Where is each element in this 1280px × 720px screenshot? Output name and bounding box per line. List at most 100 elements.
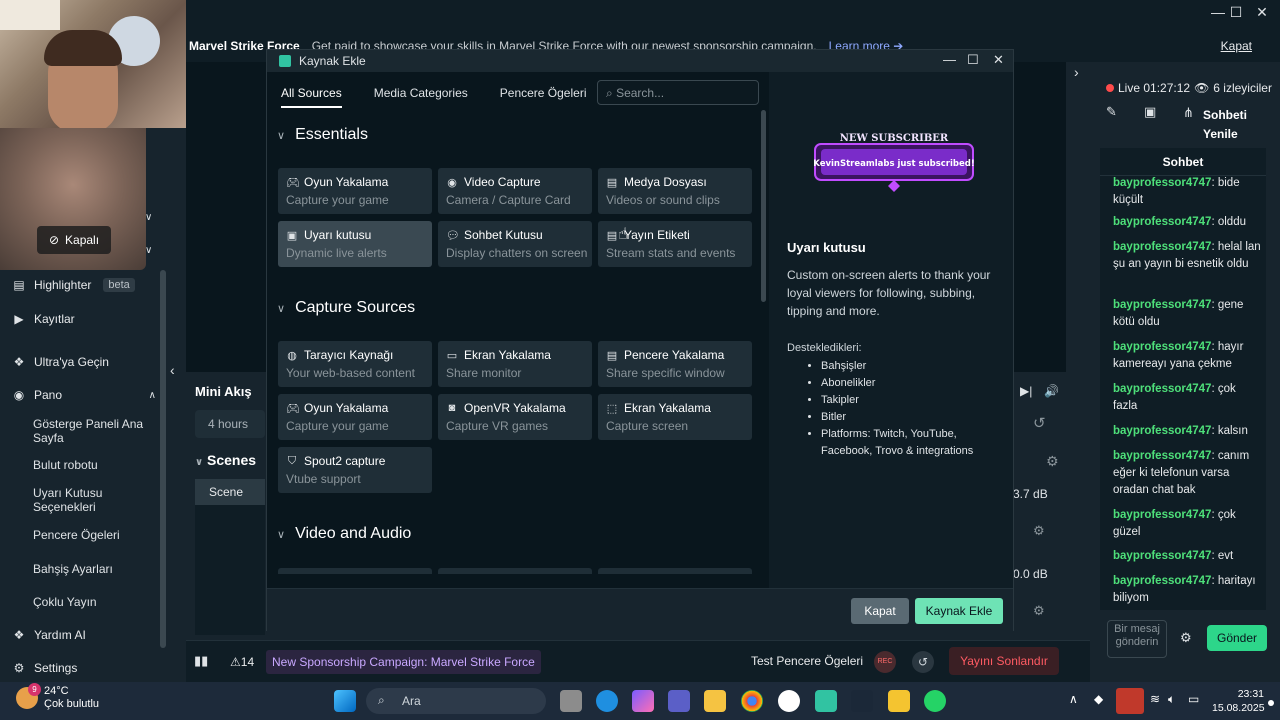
- cancel-button[interactable]: Kapat: [851, 598, 909, 624]
- camera-icon[interactable]: ▣: [1144, 104, 1156, 120]
- refresh-icon[interactable]: ↺: [1033, 414, 1046, 432]
- volume-icon[interactable]: 🔊: [1044, 384, 1059, 398]
- source-card-chat-box[interactable]: 💬︎ Sohbet Kutusu Display chatters on scre…: [438, 221, 592, 267]
- source-card-partial[interactable]: [438, 568, 592, 574]
- chat-username[interactable]: bayprofessor4747: [1113, 450, 1211, 462]
- sidebar-item-kayitlar[interactable]: ▶ Kayıtlar: [12, 312, 74, 326]
- pencil-app-icon[interactable]: [888, 690, 910, 712]
- alert-count[interactable]: ⚠14: [230, 655, 254, 669]
- chrome-icon[interactable]: [741, 690, 763, 712]
- chat-username[interactable]: bayprofessor4747: [1113, 550, 1211, 562]
- chat-username[interactable]: bayprofessor4747: [1113, 575, 1211, 587]
- record-button[interactable]: REC: [874, 651, 896, 673]
- source-card-video-capture[interactable]: ◉ Video Capture Camera / Capture Card: [438, 168, 592, 214]
- source-card-openvr[interactable]: ◙ OpenVR Yakalama Capture VR games: [438, 394, 592, 440]
- test-widgets-link[interactable]: Test Pencere Ögeleri: [751, 654, 863, 668]
- add-source-button[interactable]: Kaynak Ekle: [915, 598, 1003, 624]
- taskbar-search[interactable]: ⌕ Ara: [366, 688, 546, 714]
- chat-username[interactable]: bayprofessor4747: [1113, 383, 1211, 395]
- chat-settings-icon[interactable]: ⚙: [1180, 630, 1192, 646]
- source-card-window-capture[interactable]: ▤ Pencere Yakalama Share specific window: [598, 341, 752, 387]
- task-view-icon[interactable]: [560, 690, 582, 712]
- source-card-partial[interactable]: [278, 568, 432, 574]
- source-card-game-capture-2[interactable]: 🎮︎ Oyun Yakalama Capture your game: [278, 394, 432, 440]
- microphone-icon[interactable]: [1116, 688, 1144, 714]
- pencil-icon[interactable]: ✎: [1106, 104, 1117, 120]
- source-card-alert-box[interactable]: ▣ Uyarı kutusu Dynamic live alerts: [278, 221, 432, 267]
- chevron-right-icon[interactable]: ›: [1074, 64, 1079, 80]
- section-capture-sources[interactable]: ∨ Capture Sources: [277, 299, 415, 317]
- source-search-input[interactable]: ⌕ Search...: [597, 80, 759, 105]
- tab-media-categories[interactable]: Media Categories: [374, 86, 468, 108]
- end-stream-button[interactable]: Yayını Sonlandır: [949, 647, 1059, 675]
- source-card-partial[interactable]: [598, 568, 752, 574]
- edge-icon[interactable]: [596, 690, 618, 712]
- dialog-scrollbar[interactable]: [761, 110, 766, 302]
- battery-icon[interactable]: ▭: [1188, 692, 1199, 706]
- sidebar-item-settings[interactable]: ⚙ Settings: [12, 661, 78, 675]
- scene-item[interactable]: Scene: [195, 479, 265, 505]
- refresh-chat-button[interactable]: Sohbeti Yenile: [1203, 106, 1247, 144]
- notification-icon[interactable]: [1268, 700, 1274, 706]
- sidebar-subitem[interactable]: Çoklu Yayın: [33, 595, 153, 609]
- source-card-spout2[interactable]: ⛉ Spout2 capture Vtube support: [278, 447, 432, 493]
- chevron-down-icon[interactable]: ∨: [145, 245, 152, 256]
- source-card-browser[interactable]: ◍ Tarayıcı Kaynağı Your web-based content: [278, 341, 432, 387]
- sidebar-scrollbar[interactable]: [160, 270, 166, 648]
- section-essentials[interactable]: ∨ Essentials: [277, 126, 368, 144]
- banner-close-link[interactable]: Kapat: [1221, 39, 1252, 53]
- sidebar-subitem[interactable]: Bulut robotu: [33, 458, 153, 472]
- steam-tray-icon[interactable]: ◆: [1094, 692, 1103, 706]
- chevron-down-icon[interactable]: ∨: [145, 212, 152, 223]
- source-card-game-capture[interactable]: 🎮︎ Oyun Yakalama Capture your game: [278, 168, 432, 214]
- close-button[interactable]: ✕: [1250, 4, 1274, 21]
- sidebar-item-highlighter[interactable]: ▤ Highlighter beta: [12, 278, 135, 292]
- share-icon[interactable]: ⋔: [1183, 105, 1194, 121]
- tab-all-sources[interactable]: All Sources: [281, 86, 342, 108]
- dialog-minimize-button[interactable]: —: [943, 52, 956, 67]
- yandex-icon[interactable]: [778, 690, 800, 712]
- dialog-close-button[interactable]: ✕: [993, 52, 1004, 68]
- mixer-gear-icon[interactable]: ⚙: [1033, 603, 1045, 619]
- copilot-icon[interactable]: [632, 690, 654, 712]
- sidebar-item-pano[interactable]: ◉ Pano ∧: [12, 388, 156, 402]
- sidebar-item-ultra[interactable]: ❖ Ultra'ya Geçin: [12, 355, 109, 369]
- sidebar-subitem[interactable]: Pencere Ögeleri: [33, 528, 153, 542]
- section-video-audio[interactable]: ∨ Video and Audio: [277, 525, 411, 543]
- chat-username[interactable]: bayprofessor4747: [1113, 299, 1211, 311]
- chat-username[interactable]: bayprofessor4747: [1113, 341, 1211, 353]
- weather-widget[interactable]: 9 24°C Çok bulutlu: [16, 683, 99, 711]
- mixer-gear-icon[interactable]: ⚙: [1033, 523, 1045, 539]
- chat-username[interactable]: bayprofessor4747: [1113, 177, 1211, 189]
- campaign-link[interactable]: New Sponsorship Campaign: Marvel Strike …: [266, 650, 541, 674]
- replay-button[interactable]: ↺: [912, 651, 934, 673]
- chat-input[interactable]: Bir mesaj gönderin: [1107, 620, 1167, 658]
- sidebar-subitem[interactable]: Bahşiş Ayarları: [33, 562, 153, 576]
- streamlabs-icon[interactable]: [815, 690, 837, 712]
- source-card-media-file[interactable]: ▤ Medya Dosyası Videos or sound clips: [598, 168, 752, 214]
- whatsapp-icon[interactable]: [924, 690, 946, 712]
- maximize-button[interactable]: ☐: [1224, 4, 1248, 21]
- sidebar-subitem[interactable]: Gösterge Paneli Ana Sayfa: [33, 417, 153, 445]
- chevron-up-icon[interactable]: ∧: [1069, 692, 1078, 706]
- taskbar-clock[interactable]: 23:31 15.08.2025: [1212, 687, 1265, 715]
- steam-icon[interactable]: [851, 690, 873, 712]
- dialog-maximize-button[interactable]: ☐: [967, 52, 979, 68]
- chat-username[interactable]: bayprofessor4747: [1113, 425, 1211, 437]
- wifi-icon[interactable]: ≋: [1150, 692, 1160, 706]
- sidebar-item-yardim[interactable]: ❖ Yardım AI: [12, 628, 86, 642]
- chat-username[interactable]: bayprofessor4747: [1113, 241, 1211, 253]
- chat-username[interactable]: bayprofessor4747: [1113, 509, 1211, 521]
- file-explorer-icon[interactable]: [704, 690, 726, 712]
- send-button[interactable]: Gönder: [1207, 625, 1267, 651]
- sidebar-subitem[interactable]: Uyarı Kutusu Seçenekleri: [33, 486, 153, 514]
- skip-icon[interactable]: ▶|: [1020, 384, 1032, 398]
- stats-icon[interactable]: ▮▮: [194, 653, 208, 669]
- gear-icon[interactable]: ⚙: [1046, 453, 1059, 470]
- chevron-left-icon[interactable]: ‹: [170, 362, 175, 378]
- speaker-icon[interactable]: 🔈︎: [1168, 692, 1175, 707]
- scenes-header[interactable]: ∨ Scenes: [195, 452, 256, 468]
- tab-pencere-ogeleri[interactable]: Pencere Ögeleri: [500, 86, 587, 108]
- chat-username[interactable]: bayprofessor4747: [1113, 216, 1211, 228]
- windows-start-icon[interactable]: [334, 690, 356, 712]
